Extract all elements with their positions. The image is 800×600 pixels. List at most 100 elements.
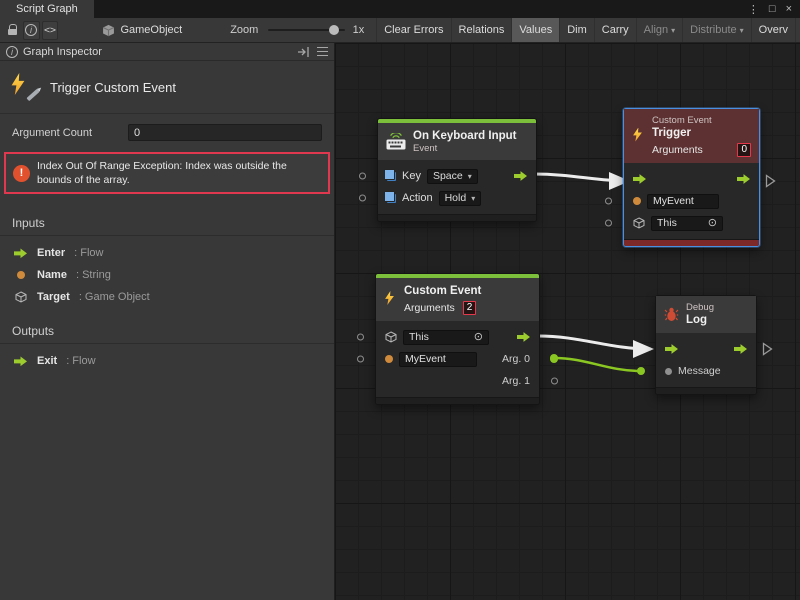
panel-menu-icon[interactable] [317,47,328,56]
port-row-key: Key Space ▾ [378,165,536,187]
string-port-icon [633,197,641,205]
code-icon [44,25,56,36]
tab-script-graph[interactable]: Script Graph [0,0,94,18]
gameobject-cube-icon [633,217,645,229]
value-input-port[interactable] [357,334,364,341]
action-dropdown[interactable]: Hold ▾ [439,191,482,206]
flow-output-port[interactable] [737,174,750,185]
target-dropdown[interactable]: This ⊙ [651,216,723,231]
lock-button[interactable] [4,21,21,40]
event-name-field[interactable]: MyEvent [647,194,719,209]
node-subtitle: Event [413,143,528,154]
zoom-slider[interactable] [268,29,344,31]
zoom-value: 1x [353,24,365,36]
flow-output-port[interactable] [517,332,530,343]
wire-keyboard-to-trigger[interactable] [533,174,627,181]
values-button[interactable]: Values [511,18,559,42]
unit-title-row: Trigger Custom Event [0,61,334,114]
message-port-icon[interactable] [665,368,672,375]
key-dropdown[interactable]: Space ▾ [427,169,478,184]
dock-icon[interactable] [297,46,310,58]
custom-event-icon [10,73,38,101]
maximize-icon[interactable]: □ [769,3,776,15]
target-dropdown[interactable]: This ⊙ [403,330,489,345]
node-title: Log [686,313,748,327]
pencil-icon [26,89,39,101]
carry-button[interactable]: Carry [594,18,636,42]
info-button[interactable] [23,21,40,40]
value-input-port[interactable] [357,356,364,363]
flow-arrow-icon [14,248,27,259]
flow-output-port[interactable] [734,344,747,355]
node-body: This ⊙ MyEvent Arg. 0 [376,321,539,397]
zoom-slider-knob[interactable] [329,25,339,35]
node-debug-log[interactable]: Debug Log Message [655,295,757,395]
wire-arguments-to-log[interactable] [538,336,651,349]
value-input-port[interactable] [605,220,612,227]
dim-button[interactable]: Dim [559,18,594,42]
overview-button[interactable]: Overv [751,18,796,42]
flow-input-port[interactable] [633,174,646,185]
close-icon[interactable]: × [786,3,792,15]
value-input-port[interactable] [359,195,366,202]
port-row-message: Message [656,360,756,382]
error-icon [13,165,30,182]
code-view-button[interactable] [42,21,59,40]
gameobject-selector[interactable]: GameObject [102,24,182,37]
graph-inspector-header: Graph Inspector [0,43,334,61]
lock-icon [8,29,17,35]
arg0-output-port[interactable] [550,355,558,363]
graph-inspector-panel: Graph Inspector Trigger Custom Event Arg… [0,43,335,600]
gameobject-label: GameObject [120,24,182,36]
string-port-icon [17,271,25,279]
node-custom-event-arguments[interactable]: Custom Event Arguments 2 [375,273,540,405]
node-on-keyboard-input[interactable]: On Keyboard Input Event Key Space ▾ [377,118,537,222]
divider [0,343,334,344]
align-button[interactable]: Align▾ [636,18,682,42]
toolbar-buttons: Clear Errors Relations Values Dim Carry … [376,18,796,42]
main-area: Graph Inspector Trigger Custom Event Arg… [0,43,800,600]
chevron-down-icon: ▾ [740,26,744,35]
argument-count-input[interactable] [128,124,322,141]
node-title: Trigger [652,126,751,140]
arg1-output-port[interactable] [551,378,558,385]
argument-count-label: Argument Count [12,127,120,139]
play-triangle-icon [762,342,773,356]
node-category: Debug [686,302,748,313]
graph-canvas[interactable]: On Keyboard Input Event Key Space ▾ [335,43,800,600]
node-body: Key Space ▾ Action Hold ▾ [378,160,536,214]
node-title: Custom Event [404,284,531,298]
flow-arrow-icon [14,356,27,367]
custom-event-icon [632,128,645,145]
relations-button[interactable]: Relations [451,18,512,42]
flow-input-port[interactable] [665,344,678,355]
info-icon [25,24,37,36]
gameobject-cube-icon [385,331,397,343]
divider [0,235,334,236]
port-row-flow [656,338,756,360]
target-picker-icon[interactable]: ⊙ [474,332,483,343]
event-name-field[interactable]: MyEvent [399,352,477,367]
flow-output-port[interactable] [514,171,527,182]
window-menu-icon[interactable]: ⋮ [748,3,759,16]
node-body: MyEvent This ⊙ [624,163,759,239]
node-header: Debug Log [656,296,756,333]
node-footer [376,397,539,404]
wire-arg0-to-message[interactable] [554,358,641,371]
value-input-port[interactable] [605,198,612,205]
clear-errors-button[interactable]: Clear Errors [376,18,450,42]
arguments-count-badge: 0 [737,143,751,157]
unity-visual-scripting-window: Script Graph ⋮ □ × GameObject Zoom 1x Cl… [0,0,800,600]
keyboard-input-icon [386,133,406,150]
node-trigger-custom-event[interactable]: Custom Event Trigger Arguments 0 [623,108,760,247]
node-header: On Keyboard Input Event [378,123,536,160]
chevron-down-icon: ▾ [471,194,475,203]
port-row-target: This ⊙ [376,326,539,348]
value-input-port[interactable] [359,173,366,180]
target-picker-icon[interactable]: ⊙ [708,218,717,229]
node-footer [378,214,536,221]
port-row-name: MyEvent [624,190,759,212]
play-triangle-icon [765,174,776,188]
titlebar: Script Graph ⋮ □ × [0,0,800,18]
distribute-button[interactable]: Distribute▾ [682,18,750,42]
